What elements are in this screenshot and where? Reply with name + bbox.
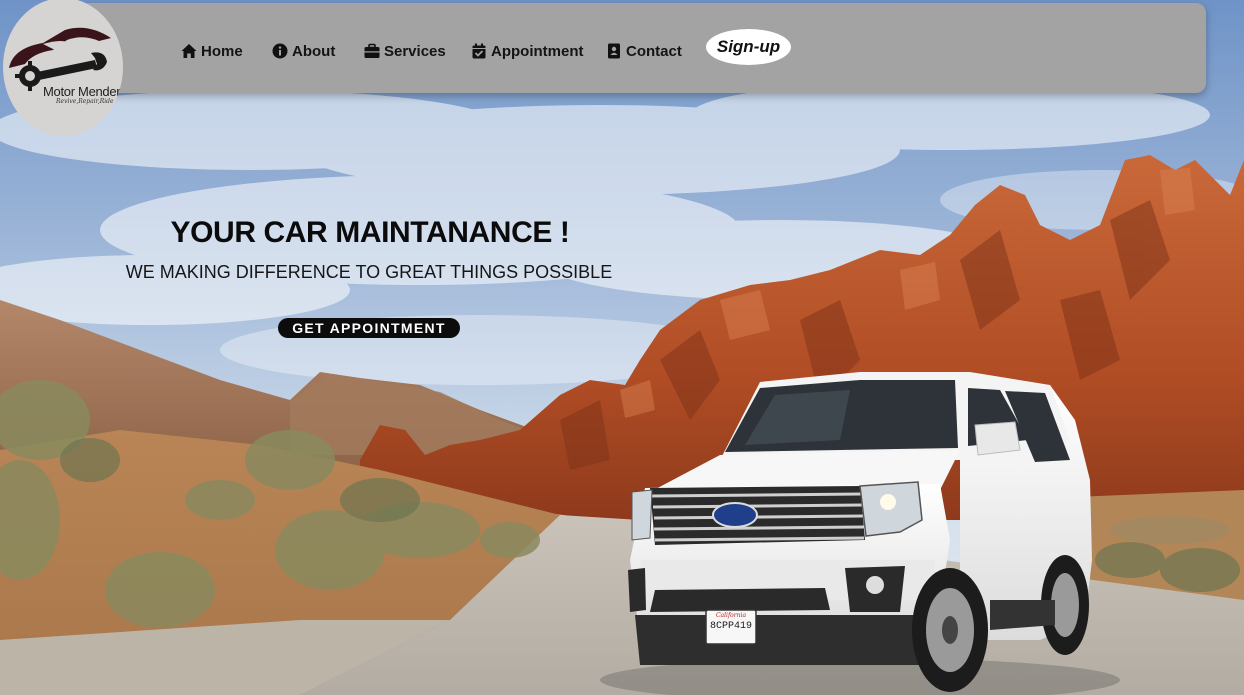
license-plate-number: 8CPP419	[709, 621, 752, 632]
motor-menders-logo[interactable]: Motor Menders Revive,Repair,Ride	[3, 0, 123, 136]
logo-brand-name: Motor Menders	[43, 84, 123, 99]
nav-about-link[interactable]: About	[272, 39, 335, 63]
car-wrench-logo-icon	[9, 27, 111, 91]
address-card-icon	[606, 43, 622, 59]
nav-contact-label: Contact	[626, 42, 682, 60]
nav-contact-link[interactable]: Contact	[606, 39, 682, 63]
hero-subtitle: WE MAKING DIFFERENCE TO GREAT THINGS POS…	[125, 262, 613, 282]
calendar-check-icon	[471, 43, 487, 59]
home-icon	[181, 43, 197, 59]
briefcase-icon	[364, 43, 380, 59]
nav-about-label: About	[292, 42, 336, 60]
signup-button[interactable]: Sign-up	[706, 29, 791, 65]
hero-background-image	[0, 0, 1244, 695]
nav-appointment-link[interactable]: Appointment	[471, 39, 583, 63]
get-appointment-button[interactable]: GET APPOINTMENT	[278, 318, 460, 338]
nav-home-label: Home	[201, 42, 243, 60]
license-plate-state: California	[715, 612, 747, 619]
info-icon	[272, 43, 288, 59]
nav-services-link[interactable]: Services	[364, 39, 446, 63]
logo-tagline: Revive,Repair,Ride	[56, 98, 114, 105]
hero-title: YOUR CAR MAINTANANCE !	[170, 216, 570, 249]
nav-appointment-label: Appointment	[491, 42, 584, 60]
nav-services-label: Services	[384, 42, 446, 60]
nav-home-link[interactable]: Home	[181, 39, 243, 63]
top-navbar: Home About Services Appointment Contact	[60, 3, 1206, 93]
